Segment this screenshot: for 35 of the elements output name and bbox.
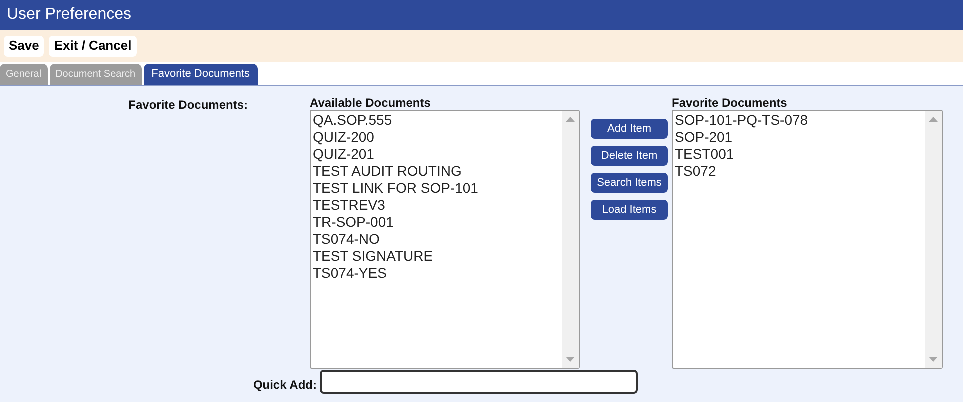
list-item[interactable]: TEST SIGNATURE	[313, 248, 434, 265]
list-item[interactable]: TEST001	[675, 146, 734, 163]
scrollbar[interactable]	[925, 111, 942, 368]
list-item[interactable]: SOP-201	[675, 129, 733, 146]
quick-add-field[interactable]	[320, 370, 638, 394]
scrollbar[interactable]	[562, 111, 579, 368]
toolbar-button[interactable]: Save	[4, 36, 44, 56]
action-button[interactable]: Search Items	[591, 173, 668, 193]
list-item[interactable]: TEST AUDIT ROUTING	[313, 163, 462, 180]
window-title: User Preferences	[7, 5, 132, 25]
list-box[interactable]: SOP-101-PQ-TS-078 SOP-201 TEST001 TS072	[672, 110, 943, 369]
field-label: Quick Add:	[253, 377, 317, 394]
list-item[interactable]: TEST LINK FOR SOP-101	[313, 180, 478, 197]
list-box[interactable]: QA.SOP.555 QUIZ-200 QUIZ-201 TEST AUDIT ROUTING TEST LINK FOR SOP-101 TESTREV3 TR-SOP-001 TS074-NO TEST SIGNATURE TS074-YES	[310, 110, 580, 369]
list-item[interactable]: SOP-101-PQ-TS-078	[675, 112, 808, 129]
action-button[interactable]: Load Items	[591, 200, 668, 220]
action-button[interactable]: Add Item	[591, 119, 668, 139]
action-button[interactable]: Delete Item	[591, 146, 668, 166]
tab[interactable]: Favorite Documents	[144, 64, 258, 85]
toolbar-button[interactable]: Exit / Cancel	[49, 36, 137, 56]
list-heading: Favorite Documents	[672, 96, 788, 110]
list-item[interactable]: TS072	[675, 163, 716, 180]
list-heading: Available Documents	[310, 96, 432, 110]
list-item[interactable]: TS074-YES	[313, 265, 387, 282]
scroll-up-icon[interactable]	[566, 117, 575, 122]
list-item[interactable]: TESTREV3	[313, 197, 386, 214]
list-item[interactable]: QUIZ-201	[313, 146, 374, 163]
scroll-down-icon[interactable]	[566, 357, 575, 362]
list-item[interactable]: TR-SOP-001	[313, 214, 394, 231]
list-item[interactable]: QUIZ-200	[313, 129, 374, 146]
field-label: Favorite Documents:	[128, 97, 248, 114]
list-item[interactable]: QA.SOP.555	[313, 112, 392, 129]
list-item[interactable]: TS074-NO	[313, 231, 380, 248]
scroll-up-icon[interactable]	[929, 117, 938, 122]
scroll-down-icon[interactable]	[929, 357, 938, 362]
